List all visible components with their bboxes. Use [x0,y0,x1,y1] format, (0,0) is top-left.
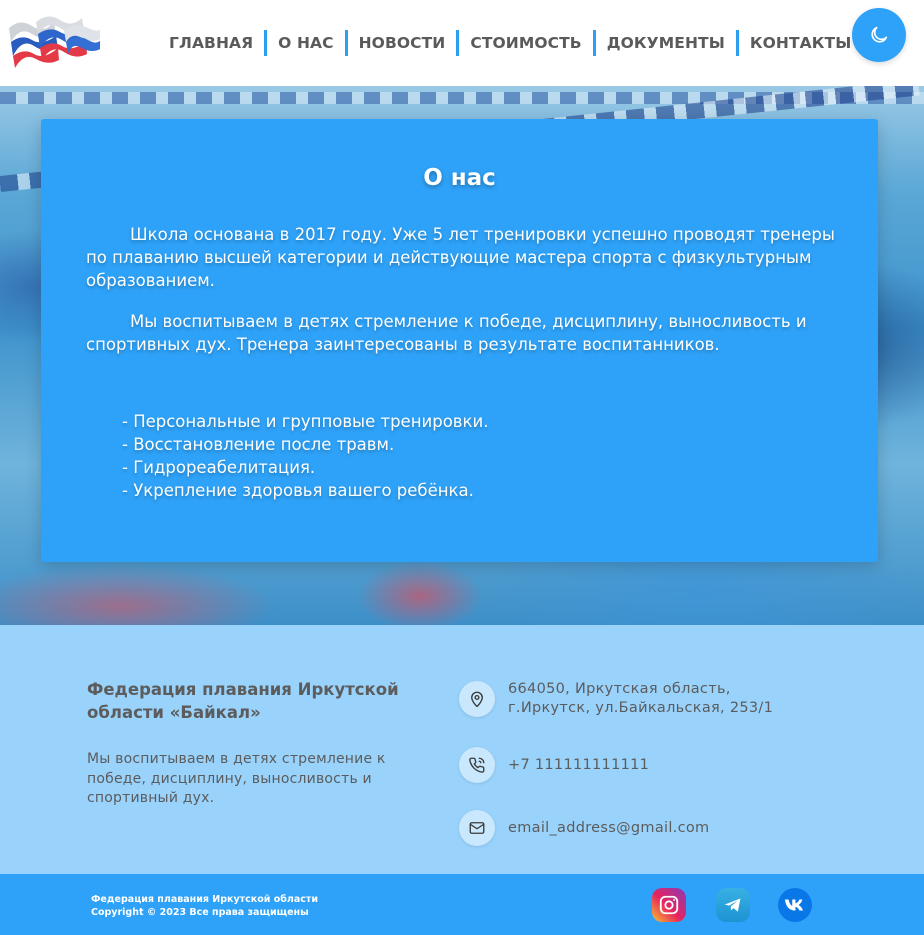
copyright: Федерация плавания Иркутской области Cop… [91,893,318,919]
flag-logo-icon[interactable] [6,14,102,68]
moon-icon [871,26,888,43]
telegram-icon [724,898,741,912]
about-card: О нас Школа основана в 2017 году. Уже 5 … [41,119,878,562]
services-list: - Персональные и групповые тренировки. -… [122,410,488,502]
main-nav: ГЛАВНАЯ О НАС НОВОСТИ СТОИМОСТЬ ДОКУМЕНТ… [158,30,862,56]
nav-item-documents[interactable]: ДОКУМЕНТЫ [596,30,736,56]
phone-number: +7 111111111111 [508,756,650,773]
vk-link[interactable] [778,888,812,922]
org-title: Федерация плавания Иркутской области «Ба… [87,680,399,722]
email-address: email_address@gmail.com [508,819,710,836]
map-pin-icon [459,681,495,717]
about-paragraph: Школа основана в 2017 году. Уже 5 лет тр… [86,225,835,290]
contact-phone[interactable]: +7 111111111111 [459,747,649,783]
theme-toggle-button[interactable] [852,8,906,62]
phone-icon [459,747,495,783]
list-item: - Персональные и групповые тренировки. [122,412,489,431]
site-header: ГЛАВНАЯ О НАС НОВОСТИ СТОИМОСТЬ ДОКУМЕНТ… [0,0,924,86]
mail-icon [459,810,495,846]
about-title: О нас [423,165,496,191]
contact-email[interactable]: email_address@gmail.com [459,810,709,846]
contact-address: 664050, Иркутская область, г.Иркутск, ул… [459,680,773,718]
vk-icon [784,899,803,911]
bottom-bar: Федерация плавания Иркутской области Cop… [0,874,924,935]
telegram-link[interactable] [716,888,750,922]
list-item: - Восстановление после травм. [122,435,395,454]
copyright-org: Федерация плавания Иркутской области [91,894,319,905]
list-item: - Гидрореабелитация. [122,458,316,477]
about-paragraph: Мы воспитываем в детях стремление к побе… [86,312,807,354]
copyright-text: Copyright © 2023 Все права защищены [91,907,309,918]
list-item: - Укрепление здоровья вашего ребёнка. [122,481,474,500]
footer-info: Федерация плавания Иркутской области «Ба… [0,625,924,874]
nav-item-contacts[interactable]: КОНТАКТЫ [739,30,863,56]
instagram-icon [659,895,679,915]
instagram-link[interactable] [652,888,686,922]
nav-item-news[interactable]: НОВОСТИ [348,30,457,56]
hero-section: О нас Школа основана в 2017 году. Уже 5 … [0,86,924,625]
address-line: 664050, Иркутская область, [508,681,731,697]
org-description: Мы воспитываем в детях стремление к побе… [87,751,386,806]
nav-item-about[interactable]: О НАС [267,30,344,56]
nav-item-pricing[interactable]: СТОИМОСТЬ [459,30,592,56]
address-line: г.Иркутск, ул.Байкальская, 253/1 [508,700,774,716]
nav-item-home[interactable]: ГЛАВНАЯ [158,30,264,56]
